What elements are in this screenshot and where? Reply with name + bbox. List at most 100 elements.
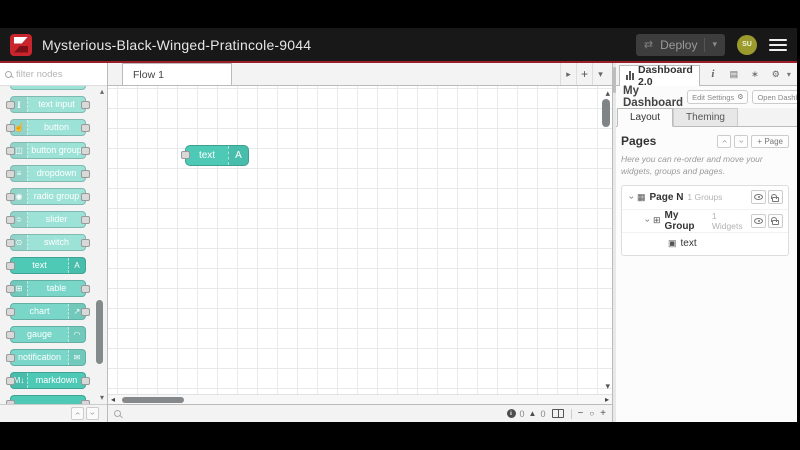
- collapse-categories-button[interactable]: ›: [71, 407, 84, 420]
- canvas-vscrollbar-thumb[interactable]: [602, 99, 610, 127]
- lock-button[interactable]: [768, 213, 783, 228]
- warning-count: 0: [540, 408, 546, 419]
- palette-node-partial-top[interactable]: [10, 86, 86, 90]
- flow-canvas[interactable]: text A ▴ ▾: [108, 86, 612, 394]
- visibility-button[interactable]: [751, 213, 766, 228]
- screen: Mysterious-Black-Winged-Pratincole-9044 …: [0, 0, 800, 450]
- palette-node-radio-group[interactable]: ◉ radio group: [6, 188, 90, 205]
- palette-scroll-down-icon[interactable]: ▾: [100, 394, 104, 402]
- canvas-hscrollbar[interactable]: ◂ ▸: [108, 394, 612, 404]
- deploy-options-caret[interactable]: ▾: [712, 39, 717, 50]
- sidebar-tab-icons: i ▤ ∗ ⚙: [706, 67, 783, 81]
- zoom-reset-button[interactable]: ○: [589, 409, 594, 418]
- visibility-button[interactable]: [751, 190, 766, 205]
- tree-row-group[interactable]: › ⊞ My Group 1 Widgets: [622, 208, 788, 232]
- project-title: Mysterious-Black-Winged-Pratincole-9044: [42, 36, 312, 53]
- palette-footer: › ›: [0, 404, 107, 422]
- tree-row-widget[interactable]: ▣ text: [622, 231, 788, 255]
- tab-dashboard-2[interactable]: Dashboard 2.0: [619, 64, 700, 88]
- flow-tabbar: Flow 1 ▸ + ▾: [108, 63, 612, 86]
- canvas-search-icon[interactable]: [114, 410, 121, 417]
- palette-scroll: I text input ☝ button ◫ button group ≡ d…: [0, 86, 107, 404]
- info-count: 0: [519, 408, 525, 419]
- image-icon: ▣: [668, 238, 677, 249]
- page-icon: ▦: [637, 191, 646, 202]
- node-input-port[interactable]: [181, 151, 190, 159]
- right-sidebar: Dashboard 2.0 i ▤ ∗ ⚙ ▾ My Dashboard Edi…: [612, 63, 797, 422]
- sidebar-subtabs: Layout Theming: [613, 108, 797, 127]
- palette-scrollbar-thumb[interactable]: [96, 300, 103, 364]
- deploy-button[interactable]: ⇄ Deploy ▾: [635, 33, 725, 56]
- warning-count-icon[interactable]: ▲: [529, 409, 537, 418]
- deploy-label: Deploy: [660, 37, 698, 52]
- config-tab-icon[interactable]: ⚙: [769, 67, 783, 81]
- canvas-scroll-down-icon[interactable]: ▾: [605, 382, 610, 391]
- palette-node-button[interactable]: ☝ button: [6, 119, 90, 136]
- node-red-app: Mysterious-Black-Winged-Pratincole-9044 …: [0, 28, 797, 422]
- zoom-out-button[interactable]: −: [577, 408, 583, 419]
- sidebar-toolbar: Dashboard 2.0 i ▤ ∗ ⚙ ▾: [613, 63, 797, 88]
- debug-tab-icon[interactable]: ∗: [748, 67, 762, 81]
- dashboard-header-row: My Dashboard Edit Settings ⚙ Open Dashbo…: [613, 85, 797, 109]
- canvas-statusbar: i 0 ▲ 0 − ○ +: [108, 404, 612, 422]
- navigator-toggle-icon[interactable]: [552, 409, 565, 418]
- expand-categories-button[interactable]: ›: [86, 407, 99, 420]
- dashboard-title: My Dashboard: [623, 85, 684, 109]
- header: Mysterious-Black-Winged-Pratincole-9044 …: [0, 28, 797, 63]
- open-dashboard-button[interactable]: Open Dashboard ⧉: [752, 90, 797, 104]
- flow-tab[interactable]: Flow 1: [122, 63, 232, 85]
- info-tab-icon[interactable]: i: [706, 67, 720, 81]
- palette-node-dropdown[interactable]: ≡ dropdown: [6, 165, 90, 182]
- tab-theming[interactable]: Theming: [673, 108, 738, 126]
- canvas-scroll-up-icon[interactable]: ▴: [605, 89, 610, 98]
- palette-node-button-group[interactable]: ◫ button group: [6, 142, 90, 159]
- canvas-node-text[interactable]: text A: [181, 145, 249, 166]
- zoom-in-button[interactable]: +: [600, 408, 606, 419]
- hamburger-menu-icon[interactable]: [769, 38, 787, 51]
- sidebar-scrollbar[interactable]: [613, 63, 616, 422]
- palette-node-table[interactable]: ⊞ table: [6, 280, 90, 297]
- palette-node-slider[interactable]: ≑ slider: [6, 211, 90, 228]
- sidebar-menu-caret[interactable]: ▾: [783, 70, 795, 79]
- node-red-logo-icon: [10, 33, 32, 56]
- user-avatar[interactable]: SU: [737, 34, 757, 55]
- tree-row-page[interactable]: › ▦ Page N 1 Groups: [622, 186, 788, 209]
- add-page-button[interactable]: + Page: [751, 134, 789, 148]
- edit-settings-button[interactable]: Edit Settings ⚙: [687, 90, 749, 104]
- group-icon: ⊞: [653, 215, 661, 226]
- pages-heading: Pages: [621, 134, 657, 148]
- info-count-icon[interactable]: i: [506, 409, 516, 418]
- palette-search[interactable]: [0, 63, 107, 86]
- deploy-icon: ⇄: [643, 39, 654, 51]
- move-up-button[interactable]: ›: [717, 134, 732, 148]
- palette-node-markdown[interactable]: M↓ markdown: [6, 372, 90, 389]
- move-down-button[interactable]: ›: [734, 134, 749, 148]
- tab-layout[interactable]: Layout: [617, 108, 674, 127]
- lock-button[interactable]: [768, 190, 783, 205]
- canvas-hscrollbar-thumb[interactable]: [122, 397, 184, 403]
- add-flow-button[interactable]: +: [576, 63, 592, 85]
- pages-header: Pages › › + Page: [621, 134, 789, 148]
- dashboard-tree: › ▦ Page N 1 Groups › ⊞ My Group 1 Widge…: [621, 184, 789, 256]
- palette-node-partial-bottom[interactable]: [6, 395, 90, 404]
- tabbar-buttons: ▸ + ▾: [560, 63, 612, 85]
- filter-nodes-input[interactable]: [16, 68, 94, 80]
- palette-node-text-input[interactable]: I text input: [6, 96, 90, 113]
- palette-node-text[interactable]: text A: [6, 257, 86, 274]
- palette-scroll-up-icon[interactable]: ▴: [100, 88, 104, 96]
- eye-icon: [754, 194, 763, 201]
- pages-description: Here you can re-order and move your widg…: [621, 154, 763, 176]
- layout-panel: Pages › › + Page Here you can re-order a…: [613, 127, 797, 422]
- palette-node-notification[interactable]: notification ✉: [6, 349, 86, 366]
- palette-node-chart[interactable]: chart ↗: [6, 303, 90, 320]
- palette-node-switch[interactable]: ⊙ switch: [6, 234, 90, 251]
- next-flow-button[interactable]: ▸: [560, 63, 576, 85]
- unlock-icon: [771, 217, 779, 226]
- hscroll-left-icon[interactable]: ◂: [111, 395, 115, 405]
- chevron-down-icon[interactable]: ›: [627, 196, 637, 199]
- hscroll-right-icon[interactable]: ▸: [605, 395, 609, 405]
- flow-list-button[interactable]: ▾: [592, 63, 608, 85]
- chevron-down-icon[interactable]: ›: [643, 219, 653, 222]
- help-tab-icon[interactable]: ▤: [727, 67, 741, 81]
- palette-node-gauge[interactable]: gauge ◠: [6, 326, 86, 343]
